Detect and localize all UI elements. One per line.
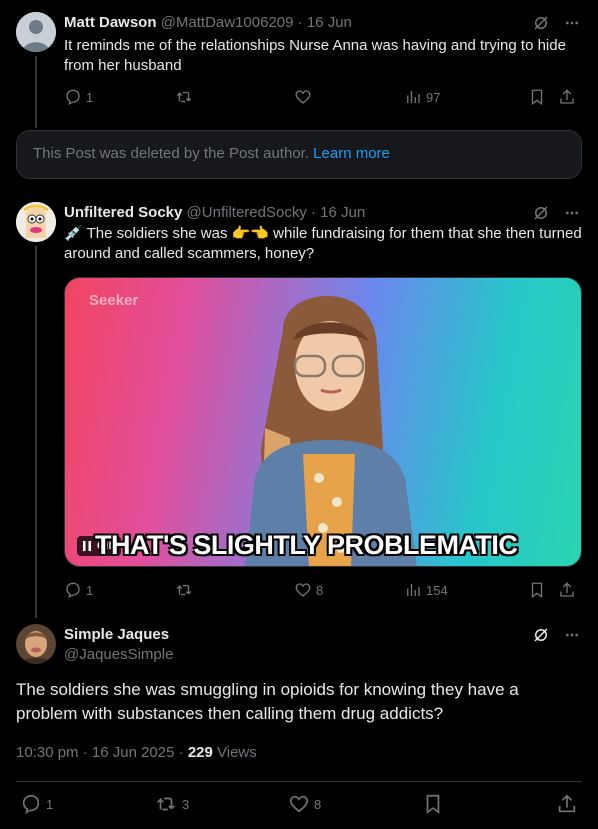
- share-button[interactable]: [556, 793, 578, 815]
- like-icon: [289, 795, 309, 813]
- thread-line: [35, 246, 37, 618]
- views-icon: [407, 584, 420, 596]
- author-handle[interactable]: @MattDaw1006209: [161, 14, 294, 31]
- bookmark-icon: [531, 582, 543, 599]
- post-meta: 10:30 pm · 16 Jun 2025 · 229 Views: [16, 744, 257, 761]
- share-button[interactable]: [558, 88, 576, 106]
- repost-button[interactable]: 3: [154, 793, 288, 815]
- grok-icon[interactable]: [532, 626, 550, 644]
- grok-icon[interactable]: [532, 14, 550, 32]
- woman-figure-image: [245, 296, 417, 566]
- reply-count: 1: [86, 89, 94, 105]
- author-name-line: Simple Jaques: [64, 626, 169, 643]
- post-text-part-1: The soldiers she was: [82, 225, 232, 242]
- avatar[interactable]: [16, 202, 56, 242]
- separator: ·: [297, 14, 303, 31]
- post-matt-dawson[interactable]: Matt Dawson @MattDaw1006209 · 16 Jun It …: [0, 0, 598, 128]
- action-bar: 1 97: [64, 87, 584, 107]
- gif-media[interactable]: Seeker GIF THAT'S SLIGHTLY PROBLEMATIC: [64, 277, 582, 567]
- post-date[interactable]: 16 Jun: [320, 204, 365, 221]
- more-icon[interactable]: [564, 15, 580, 31]
- repost-icon: [157, 797, 175, 811]
- deleted-notice-text: This Post was deleted by the Post author…: [33, 145, 309, 162]
- bookmark-icon: [426, 794, 440, 814]
- share-button[interactable]: [558, 581, 576, 599]
- syringe-emoji: 💉: [64, 225, 83, 242]
- repost-button[interactable]: [174, 88, 294, 106]
- author-name[interactable]: Unfiltered Socky: [64, 204, 182, 221]
- repost-button[interactable]: [174, 581, 294, 599]
- main-post-text: The soldiers she was smuggling in opioid…: [16, 680, 519, 723]
- bookmark-button[interactable]: [528, 88, 558, 106]
- more-icon[interactable]: [564, 627, 580, 643]
- puppet-avatar-icon: [16, 202, 56, 242]
- reply-button[interactable]: 1: [64, 581, 174, 599]
- share-icon: [560, 89, 574, 104]
- deleted-post-notice: This Post was deleted by the Post author…: [16, 130, 582, 179]
- bookmark-icon: [531, 89, 543, 106]
- grok-icon[interactable]: [532, 204, 550, 222]
- action-bar: 1 8 154: [64, 580, 584, 600]
- pointing-fingers-emoji: 👉👈: [231, 225, 270, 242]
- separator: ·: [178, 744, 184, 761]
- post-text: It reminds me of the relationships Nurse…: [64, 37, 566, 74]
- views-label: Views: [217, 744, 257, 761]
- pause-icon: [83, 541, 91, 551]
- more-icon[interactable]: [564, 205, 580, 221]
- author-handle[interactable]: @UnfilteredSocky: [187, 204, 307, 221]
- reply-button[interactable]: 1: [20, 793, 154, 815]
- views-count: 154: [426, 582, 448, 598]
- post-full-date[interactable]: 16 Jun 2025: [92, 744, 175, 761]
- bookmark-button[interactable]: [528, 581, 558, 599]
- reply-button[interactable]: 1: [64, 88, 174, 106]
- share-icon: [560, 582, 574, 597]
- views-button[interactable]: 97: [404, 88, 528, 106]
- repost-icon: [176, 91, 192, 103]
- post-header: Unfiltered Socky @UnfilteredSocky · 16 J…: [64, 204, 365, 221]
- like-button[interactable]: 8: [288, 793, 422, 815]
- avatar[interactable]: [16, 624, 56, 664]
- views-icon: [407, 91, 420, 103]
- post-time[interactable]: 10:30 pm: [16, 744, 79, 761]
- author-name[interactable]: Simple Jaques: [64, 626, 169, 643]
- user-photo-avatar: [16, 624, 56, 664]
- share-icon: [558, 794, 576, 813]
- like-button[interactable]: [294, 88, 404, 106]
- like-icon: [295, 90, 311, 104]
- reply-icon: [66, 89, 80, 106]
- post-unfiltered-socky[interactable]: Unfiltered Socky @UnfilteredSocky · 16 J…: [0, 190, 598, 618]
- divider: [16, 781, 582, 782]
- like-button[interactable]: 8: [294, 581, 404, 599]
- post-header: Matt Dawson @MattDaw1006209 · 16 Jun: [64, 14, 352, 31]
- main-action-bar: 1 3 8: [20, 792, 582, 816]
- author-name[interactable]: Matt Dawson: [64, 14, 157, 31]
- separator: ·: [82, 744, 88, 761]
- repost-icon: [176, 584, 192, 596]
- gif-caption: THAT'S SLIGHTLY PROBLEMATIC: [95, 530, 518, 560]
- author-handle[interactable]: @JaquesSimple: [64, 646, 173, 663]
- reply-count: 1: [46, 796, 54, 812]
- default-avatar-icon: [16, 12, 56, 52]
- post-date[interactable]: 16 Jun: [307, 14, 352, 31]
- avatar[interactable]: [16, 12, 56, 52]
- views-count: 97: [426, 89, 441, 105]
- like-icon: [295, 583, 311, 597]
- views-button[interactable]: 154: [404, 581, 528, 599]
- reply-icon: [22, 794, 40, 814]
- like-count: 8: [314, 796, 322, 812]
- learn-more-link[interactable]: Learn more: [313, 145, 390, 162]
- reply-count: 1: [86, 582, 94, 598]
- reply-icon: [66, 582, 80, 599]
- separator: ·: [311, 204, 316, 221]
- post-text: 💉 The soldiers she was 👉👈 while fundrais…: [64, 224, 584, 264]
- like-count: 8: [316, 582, 324, 598]
- thread-line: [35, 56, 37, 128]
- repost-count: 3: [182, 796, 190, 812]
- view-count: 229: [187, 744, 213, 761]
- bookmark-button[interactable]: [422, 793, 556, 815]
